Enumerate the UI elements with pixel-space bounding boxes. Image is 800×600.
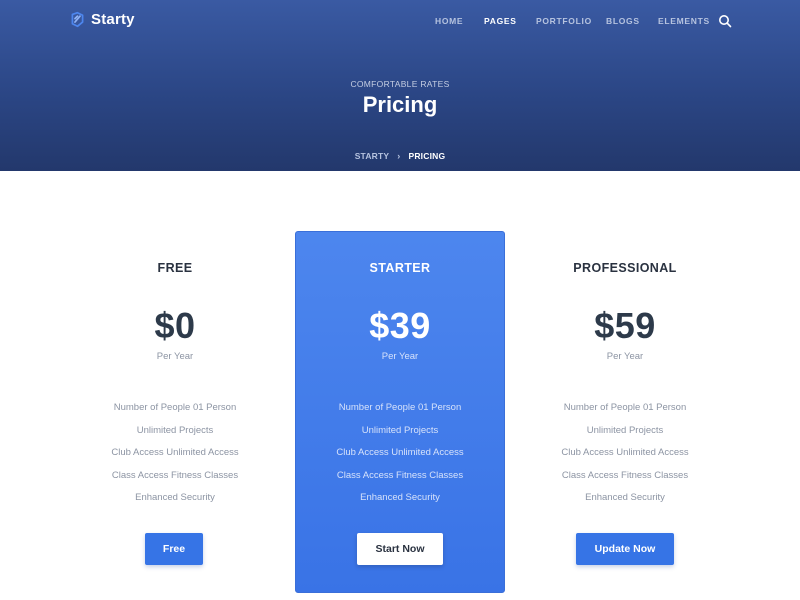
feature-item: Club Access Unlimited Access bbox=[561, 447, 689, 458]
breadcrumb-home-link[interactable]: STARTY bbox=[355, 151, 390, 161]
feature-item: Unlimited Projects bbox=[136, 424, 214, 436]
feature-item: Club Access Unlimited Access bbox=[336, 447, 464, 458]
start-now-button[interactable]: Start Now bbox=[357, 533, 443, 565]
feature-item: Class Access Fitness Classes bbox=[561, 469, 689, 481]
breadcrumb-chevron-icon: › bbox=[397, 151, 401, 161]
feature-item: Class Access Fitness Classes bbox=[111, 469, 239, 481]
feature-item: Number of People 01 Person bbox=[113, 402, 237, 413]
search-icon[interactable] bbox=[718, 14, 732, 28]
plan-price: $59 bbox=[594, 305, 656, 346]
plan-period: Per Year bbox=[156, 351, 194, 362]
nav-item-blogs[interactable]: BLOGS bbox=[606, 16, 640, 26]
plan-name: PROFESSIONAL bbox=[573, 261, 677, 275]
feature-item: Enhanced Security bbox=[585, 492, 665, 503]
page-title: Pricing bbox=[362, 92, 438, 117]
plan-price: $0 bbox=[154, 305, 196, 346]
feature-item: Enhanced Security bbox=[360, 492, 440, 503]
feature-item: Unlimited Projects bbox=[586, 424, 664, 436]
nav-item-pages[interactable]: PAGES bbox=[484, 16, 517, 26]
main-nav: HOME PAGES PORTFOLIO BLOGS ELEMENTS bbox=[0, 16, 800, 30]
nav-item-elements[interactable]: ELEMENTS bbox=[658, 16, 710, 26]
plan-name: STARTER bbox=[369, 261, 431, 275]
hero-eyebrow: COMFORTABLE RATES bbox=[350, 79, 450, 89]
feature-item: Enhanced Security bbox=[135, 492, 215, 503]
feature-list: Number of People 01 Person Unlimited Pro… bbox=[70, 402, 280, 515]
hero-header: Starty HOME PAGES PORTFOLIO BLOGS ELEMEN… bbox=[0, 0, 800, 171]
feature-list: Number of People 01 Person Unlimited Pro… bbox=[520, 402, 730, 515]
plan-name: FREE bbox=[157, 261, 193, 275]
plan-price: $39 bbox=[369, 305, 431, 346]
feature-list: Number of People 01 Person Unlimited Pro… bbox=[295, 402, 505, 515]
update-now-button[interactable]: Update Now bbox=[576, 533, 674, 565]
feature-item: Club Access Unlimited Access bbox=[111, 447, 239, 458]
nav-item-portfolio[interactable]: PORTFOLIO bbox=[536, 16, 592, 26]
breadcrumb: STARTY › PRICING bbox=[0, 151, 800, 161]
free-button[interactable]: Free bbox=[145, 533, 203, 565]
feature-item: Number of People 01 Person bbox=[338, 402, 462, 413]
feature-item: Class Access Fitness Classes bbox=[336, 469, 464, 481]
feature-item: Unlimited Projects bbox=[361, 424, 439, 436]
feature-item: Number of People 01 Person bbox=[563, 402, 687, 413]
plan-period: Per Year bbox=[381, 351, 419, 362]
nav-item-home[interactable]: HOME bbox=[435, 16, 463, 26]
breadcrumb-current: PRICING bbox=[408, 151, 446, 161]
plan-period: Per Year bbox=[606, 351, 644, 362]
